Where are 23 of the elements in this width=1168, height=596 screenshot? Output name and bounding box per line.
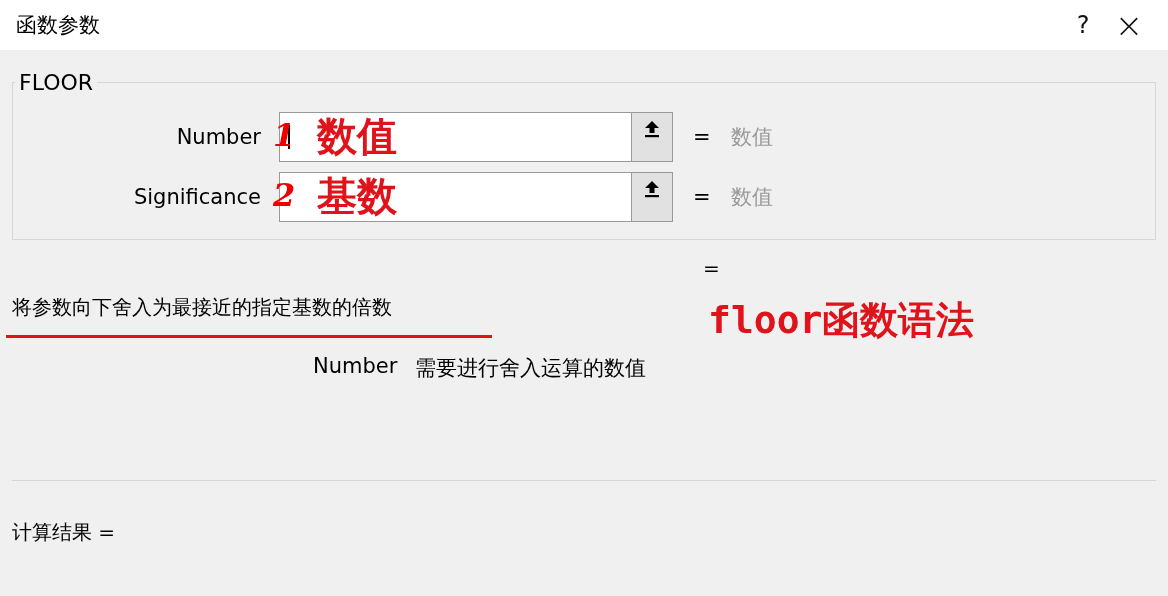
- formula-result: 计算结果 =: [12, 519, 117, 546]
- argument-description: 需要进行舍入运算的数值: [415, 355, 647, 382]
- window-title: 函数参数: [16, 12, 101, 39]
- annotation-number: 2: [273, 176, 296, 214]
- function-description: 将参数向下舍入为最接近的指定基数的倍数: [12, 294, 392, 321]
- upload-arrow-icon: [643, 119, 661, 139]
- annotation-text: 基数: [317, 172, 397, 220]
- equals-sign: =: [703, 256, 720, 280]
- annotation-title: floor函数语法: [708, 297, 975, 344]
- equals-sign: =: [693, 125, 711, 149]
- collapse-button[interactable]: [631, 172, 673, 222]
- function-name: FLOOR: [18, 70, 95, 95]
- argument-result: 数值: [730, 184, 773, 211]
- help-button[interactable]: ?: [1060, 2, 1106, 48]
- annotation-text: 数值: [317, 112, 397, 160]
- argument-label: Number: [176, 125, 261, 149]
- equals-sign: =: [693, 185, 711, 209]
- upload-arrow-icon: [643, 179, 661, 199]
- argument-name: Number: [313, 354, 398, 380]
- collapse-button[interactable]: [631, 112, 673, 162]
- argument-label: Significance: [133, 185, 261, 209]
- argument-result: 数值: [730, 124, 773, 151]
- close-button[interactable]: ×: [1106, 2, 1152, 48]
